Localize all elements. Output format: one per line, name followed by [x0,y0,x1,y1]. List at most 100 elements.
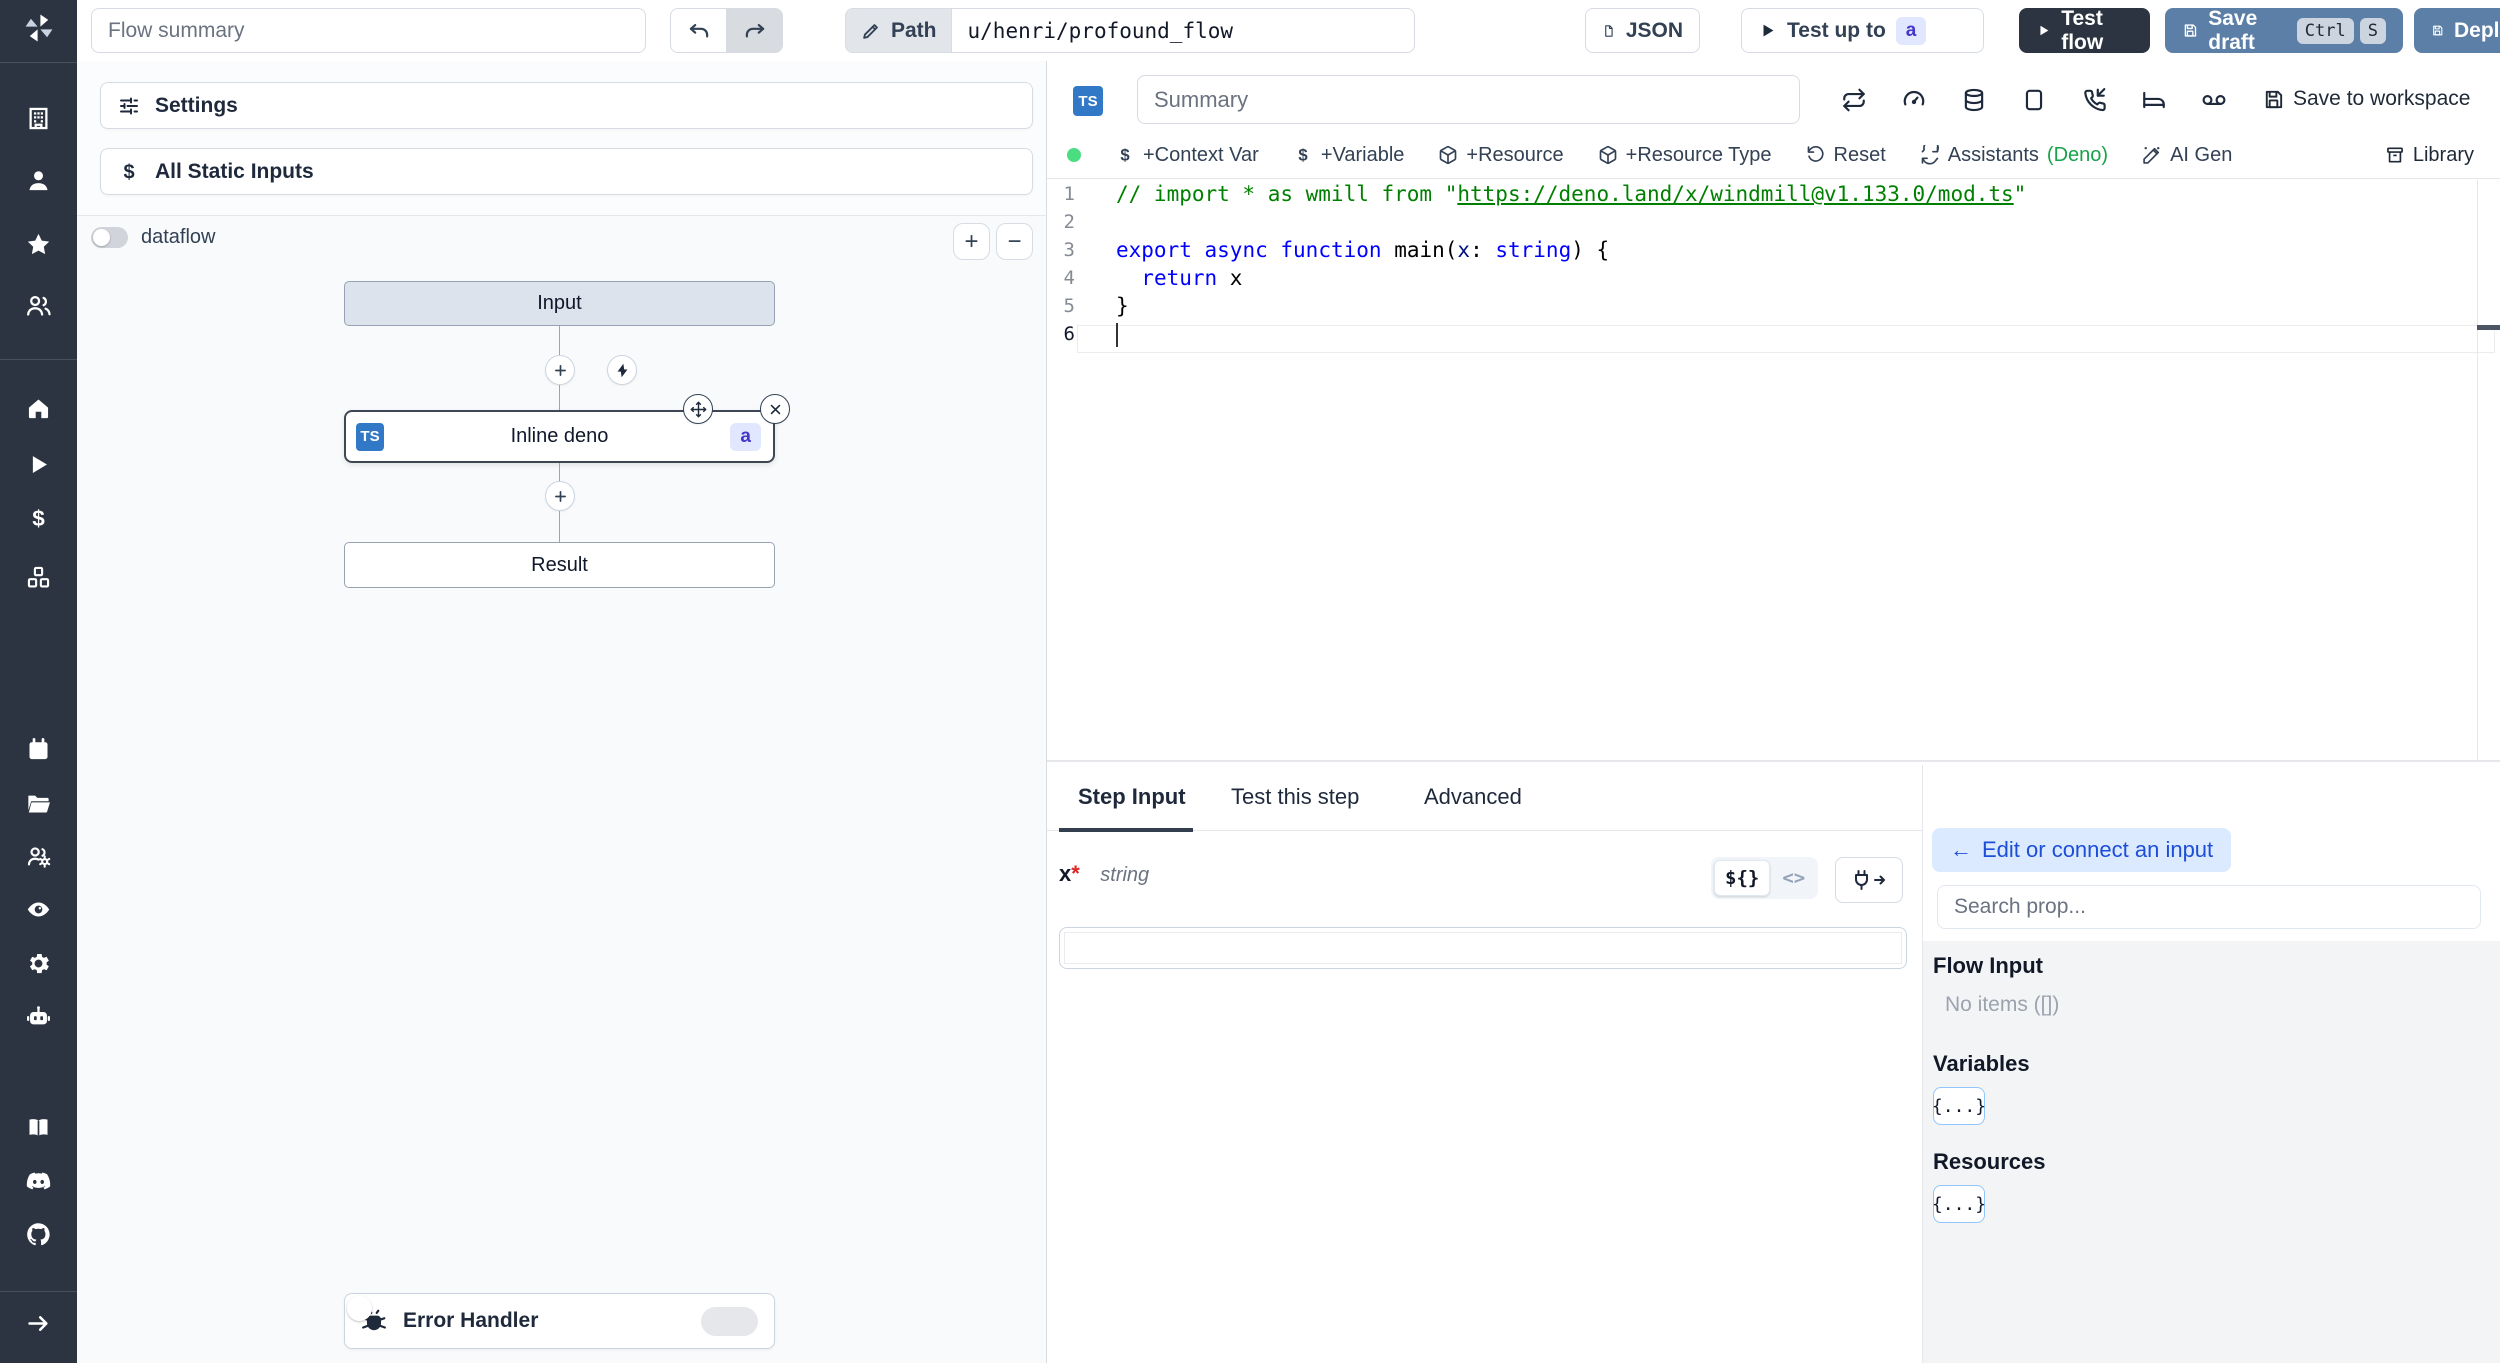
windmill-flow-editor: { "topbar": { "flow_summary_ph": "Flow s… [0,0,2500,1363]
flow-canvas[interactable] [77,216,1046,1363]
kbd-s: S [2359,17,2386,44]
save-to-workspace-button[interactable]: Save to workspace [2262,87,2470,111]
tab-step-input[interactable]: Step Input [1078,784,1186,810]
reset-button[interactable]: Reset [1806,144,1886,167]
sidebar-item-users[interactable] [17,283,61,327]
dataflow-toggle-knob [93,229,110,246]
sidebar-item-folder[interactable] [17,781,61,825]
step-id-badge: a [730,422,761,451]
sidebar-item-github[interactable] [17,1212,61,1256]
active-tab-underline [1059,828,1193,832]
sidebar-item-building[interactable] [17,96,61,140]
error-handler-toggle[interactable] [347,1296,758,1336]
phone-incoming-icon[interactable] [2081,87,2107,113]
deploy-button[interactable]: Deploy [2414,8,2500,53]
sliders-icon [117,94,141,118]
variables-chip[interactable]: {...} [1932,1087,1986,1125]
windmill-logo[interactable] [17,6,61,50]
summary-input[interactable] [1137,75,1800,124]
sidebar-item-user[interactable] [17,158,61,202]
sidebar-item-users-gear[interactable] [17,834,61,878]
redo-button[interactable] [726,8,783,53]
editor-lang-badge: TS [1073,86,1103,116]
add-variable-button[interactable]: +Variable [1293,144,1404,167]
code-mode-button[interactable]: <> [1772,861,1815,895]
insert-step-button[interactable] [545,481,575,511]
arg-value-editor[interactable] [1059,927,1907,969]
sidebar-item-discord[interactable] [17,1159,61,1203]
tab-advanced[interactable]: Advanced [1424,784,1522,810]
delete-step-button[interactable] [760,394,790,424]
gauge-icon[interactable] [1901,87,1927,113]
insert-step-button[interactable] [545,355,575,385]
zoom-in-button[interactable]: + [953,223,990,260]
tab-test-this-step[interactable]: Test this step [1231,784,1359,810]
sidebar-item-book[interactable] [17,1105,61,1149]
error-handler-box[interactable]: Error Handler [344,1293,775,1349]
package-icon [1598,145,1618,165]
all-static-inputs-button[interactable]: All Static Inputs [100,148,1033,195]
flow-node-step-selected[interactable]: TS Inline deno a [344,410,775,463]
test-up-to-button[interactable]: Test up to a [1741,8,1984,53]
editor-toolbar: +Context Var +Variable +Resource +Resour… [1047,132,2500,179]
voicemail-icon[interactable] [2201,87,2227,113]
repeat-icon[interactable] [1841,87,1867,113]
flow-node-result[interactable]: Result [344,542,775,588]
square-icon[interactable] [2021,87,2047,113]
code-line[interactable]: 4 return x [1047,264,2477,292]
flow-node-input[interactable]: Input [344,281,775,326]
sidebar-item-play[interactable] [17,442,61,486]
search-prop-input[interactable] [1937,885,2481,929]
code-line[interactable]: 3 export async function main(x: string) { [1047,236,2477,264]
sidebar-item-star[interactable] [17,222,61,266]
path-edit-button[interactable]: Path [845,8,951,53]
overview-ruler-cursor-mark [2477,325,2500,330]
template-mode-button[interactable]: ${} [1714,860,1771,896]
sidebar-item-arrow-right[interactable] [17,1301,61,1345]
sidebar-item-calendar[interactable] [17,727,61,771]
library-button[interactable]: Library [2385,144,2474,167]
sidebar-item-cubes[interactable] [17,555,61,599]
database-icon[interactable] [1961,87,1987,113]
save-draft-button[interactable]: Save draft Ctrl S [2165,7,2403,54]
sidebar-divider [0,1291,77,1292]
add-resource-button[interactable]: +Resource [1438,144,1564,167]
undo-button[interactable] [670,8,727,53]
connect-input-button[interactable] [1835,857,1903,903]
ai-gen-button[interactable]: AI Gen [2142,144,2232,167]
code-line[interactable]: 2 [1047,208,2477,236]
flow-summary-input[interactable] [91,8,646,53]
assistants-button[interactable]: Assistants (Deno) [1920,144,2108,167]
add-context-var-button[interactable]: +Context Var [1115,144,1259,167]
line-number: 5 [1063,295,1075,317]
ts-lang-badge: TS [356,422,384,451]
sidebar-item-home[interactable] [17,386,61,430]
sidebar-item-eye[interactable] [17,887,61,931]
json-button[interactable]: JSON [1585,8,1700,53]
path-input[interactable] [950,8,1415,53]
code-line[interactable]: 1// import * as wmill from "https://deno… [1047,180,2477,208]
arg-type: string [1100,864,1150,886]
windmill-logo-icon [22,11,56,45]
line-number: 6 [1063,323,1075,345]
dataflow-toggle[interactable] [91,227,128,248]
book-icon [25,1114,52,1141]
move-step-button[interactable] [683,394,713,424]
code-line[interactable]: 5} [1047,292,2477,320]
sidebar-item-bot[interactable] [17,994,61,1038]
sidebar-item-dollar[interactable] [17,496,61,540]
test-flow-button[interactable]: Test flow [2019,7,2150,54]
trigger-bolt-button[interactable] [607,355,637,385]
bed-icon[interactable] [2141,87,2167,113]
edit-or-connect-button[interactable]: ← Edit or connect an input [1932,828,2232,872]
add-resource-type-button[interactable]: +Resource Type [1598,144,1772,167]
resources-chip[interactable]: {...} [1932,1185,1986,1223]
code-lines[interactable]: 1// import * as wmill from "https://deno… [1047,180,2477,348]
sidebar-divider [0,62,77,63]
dollar-icon [117,160,141,184]
settings-button[interactable]: Settings [100,82,1033,129]
wand-icon [2142,145,2162,165]
sidebar-item-gear[interactable] [17,941,61,985]
zoom-out-button[interactable]: − [996,223,1033,260]
code-line[interactable]: 6 [1047,320,2477,348]
